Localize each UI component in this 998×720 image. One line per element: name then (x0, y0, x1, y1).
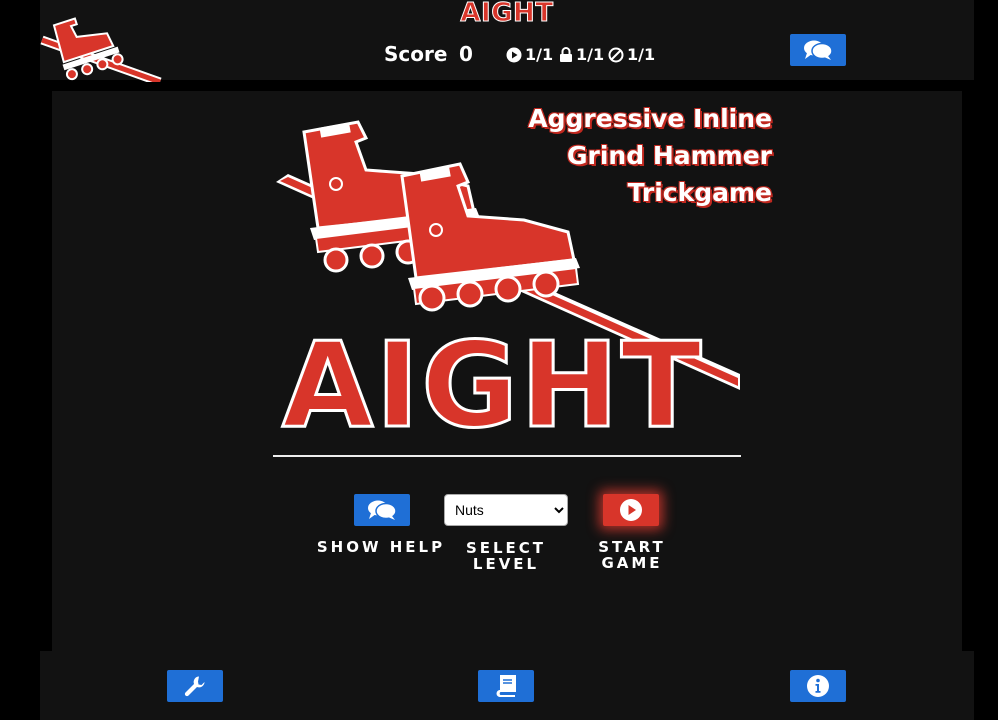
stat-blocked-value: 1/1 (627, 45, 656, 64)
select-level-label: SELECT LEVEL (446, 540, 566, 572)
chat-button[interactable] (790, 34, 846, 66)
top-bar: AIGHT Score 0 1/1 1/1 1/1 (40, 0, 974, 82)
stat-played: 1/1 (506, 45, 553, 64)
stat-played-value: 1/1 (525, 45, 554, 64)
stat-blocked: 1/1 (608, 45, 655, 64)
chat-icon (368, 500, 397, 520)
select-level-label-line-2: LEVEL (472, 555, 540, 573)
show-help-label: SHOW HELP (316, 538, 446, 556)
play-icon (506, 47, 522, 62)
tagline-line-3: Trickgame (627, 178, 772, 207)
info-icon (807, 675, 829, 697)
lock-icon (560, 46, 572, 62)
info-button[interactable] (790, 670, 846, 702)
tagline-line-1: Aggressive Inline (528, 104, 772, 133)
start-game-label-line-1: START (598, 538, 666, 556)
no-entry-icon (608, 47, 624, 62)
tagline-line-2: Grind Hammer (567, 141, 772, 170)
rules-button[interactable] (478, 670, 534, 702)
logo-divider (273, 455, 741, 457)
start-game-label: START GAME (582, 539, 682, 571)
start-game-button[interactable] (603, 494, 659, 526)
chat-icon (804, 40, 833, 60)
show-help-button[interactable] (354, 494, 410, 526)
play-icon (620, 499, 642, 521)
skate-logo-icon (40, 17, 162, 82)
stat-locked: 1/1 (559, 45, 604, 64)
settings-button[interactable] (167, 670, 223, 702)
score-value: 0 (459, 42, 473, 66)
select-level-label-line-1: SELECT (465, 539, 547, 557)
level-select[interactable]: Nuts (444, 494, 568, 526)
stat-locked-value: 1/1 (576, 45, 605, 64)
big-logo-title: AIGHT (281, 316, 704, 454)
tagline: Aggressive Inline Grind Hammer Trickgame (528, 100, 772, 211)
start-game-label-line-2: GAME (601, 554, 663, 572)
app-title: AIGHT (460, 0, 554, 29)
wrench-icon (184, 676, 205, 697)
score-label: Score (384, 42, 448, 66)
book-icon (496, 675, 516, 697)
